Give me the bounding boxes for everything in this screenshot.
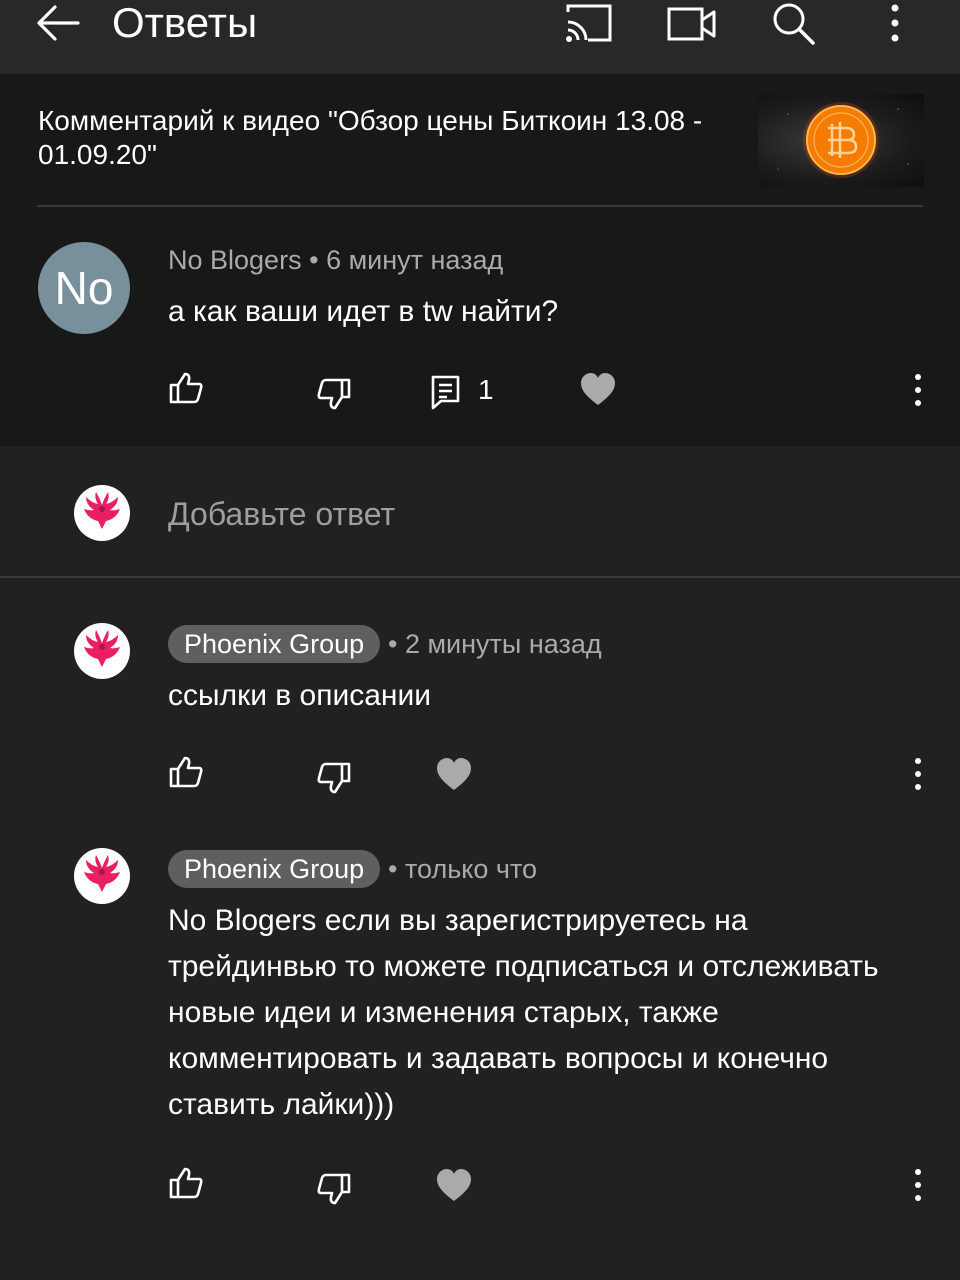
video-thumbnail[interactable] xyxy=(758,94,924,187)
comment-meta: No Blogers • 6 минут назад xyxy=(168,244,503,276)
divider xyxy=(0,576,960,578)
video-context-title[interactable]: Комментарий к видео "Обзор цены Биткоин … xyxy=(38,104,728,172)
reply-composer xyxy=(0,446,960,576)
like-icon[interactable] xyxy=(166,1163,206,1203)
cast-icon[interactable] xyxy=(564,0,616,46)
avatar[interactable] xyxy=(74,485,130,541)
avatar[interactable]: No xyxy=(38,242,130,334)
video-camera-icon[interactable] xyxy=(666,0,718,46)
search-icon[interactable] xyxy=(768,0,820,46)
reply-icon[interactable] xyxy=(428,372,468,412)
like-icon[interactable] xyxy=(166,368,206,408)
comment-text: а как ваши идет в tw найти? xyxy=(168,295,559,328)
avatar[interactable] xyxy=(74,848,130,904)
reply-text: No Blogers если вы зарегистрируетесь на … xyxy=(168,904,879,1121)
comment-author[interactable]: No Blogers xyxy=(168,245,302,275)
meta-separator: • xyxy=(388,629,405,659)
more-vert-icon[interactable] xyxy=(908,370,928,410)
app-bar: Ответы xyxy=(0,0,960,74)
reply-text: ссылки в описании xyxy=(168,679,432,712)
reply-input[interactable]: Добавьте ответ xyxy=(168,494,395,534)
reply-count: 1 xyxy=(478,374,494,405)
reply-time: только что xyxy=(404,854,538,884)
reply-time: 2 минуты назад xyxy=(404,629,602,659)
like-icon[interactable] xyxy=(166,752,206,792)
back-arrow-icon[interactable] xyxy=(34,3,80,43)
dislike-icon[interactable] xyxy=(314,1169,354,1209)
author-badge[interactable]: Phoenix Group xyxy=(168,625,381,663)
meta-separator: • xyxy=(388,854,405,884)
comment-time: 6 минут назад xyxy=(326,245,504,275)
avatar[interactable] xyxy=(74,623,130,679)
heart-icon[interactable] xyxy=(434,755,474,795)
more-vert-icon[interactable] xyxy=(908,1165,928,1205)
page-title: Ответы xyxy=(112,0,258,46)
heart-icon[interactable] xyxy=(434,1166,474,1206)
more-vert-icon[interactable] xyxy=(870,0,922,46)
meta-separator: • xyxy=(309,245,327,275)
reply-meta: • только что xyxy=(388,853,537,885)
heart-icon[interactable] xyxy=(578,370,618,410)
author-badge[interactable]: Phoenix Group xyxy=(168,850,381,888)
divider xyxy=(37,205,923,207)
dislike-icon[interactable] xyxy=(314,758,354,798)
reply-meta: • 2 минуты назад xyxy=(388,628,602,660)
dislike-icon[interactable] xyxy=(314,374,354,414)
more-vert-icon[interactable] xyxy=(908,754,928,794)
